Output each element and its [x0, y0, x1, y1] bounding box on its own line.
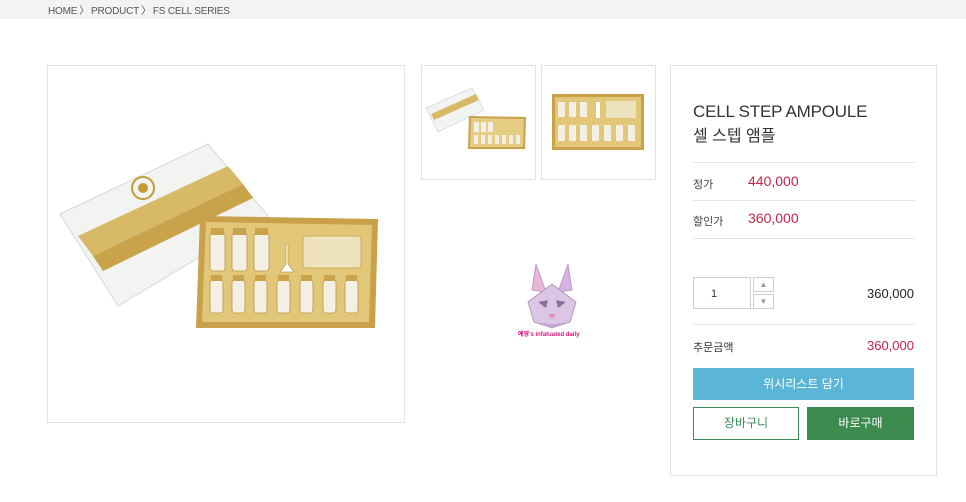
- quantity-down-button[interactable]: ▼: [753, 294, 774, 309]
- breadcrumb-separator: 〉: [79, 6, 90, 17]
- main-product-image[interactable]: [47, 65, 405, 423]
- breadcrumb-home[interactable]: HOME: [48, 6, 77, 17]
- breadcrumb-product[interactable]: PRODUCT: [91, 6, 139, 17]
- product-title-en: CELL STEP AMPOULE: [693, 102, 868, 121]
- add-to-cart-button[interactable]: 장바구니: [693, 407, 799, 440]
- line-total-price: 360,000: [867, 286, 914, 301]
- watermark-mascot: 예영's infatuated daily: [516, 262, 588, 342]
- quantity-input[interactable]: 1: [693, 277, 751, 309]
- list-price-label: 정가: [693, 179, 714, 191]
- sale-price-label: 할인가: [693, 216, 724, 228]
- product-title-ko: 셀 스텝 앰플: [693, 128, 776, 145]
- divider: [693, 162, 915, 163]
- order-total-label: 추문금액: [693, 342, 734, 354]
- breadcrumb-bar: HOME 〉 PRODUCT 〉 FS CELL SERIES: [0, 0, 966, 19]
- thumbnail-2[interactable]: [541, 65, 656, 180]
- list-price: 440,000: [748, 173, 799, 189]
- quantity-up-button[interactable]: ▲: [753, 277, 774, 292]
- breadcrumb: HOME 〉 PRODUCT 〉 FS CELL SERIES: [48, 2, 232, 17]
- breadcrumb-category[interactable]: FS CELL SERIES: [153, 6, 230, 17]
- divider: [693, 324, 915, 325]
- sale-price: 360,000: [748, 210, 799, 226]
- product-box-illustration: [59, 143, 378, 328]
- order-total-price: 360,000: [867, 338, 914, 353]
- divider: [693, 238, 915, 239]
- watermark-text: 예영's infatuated daily: [518, 332, 580, 338]
- thumbnail-box-open: [425, 87, 526, 149]
- breadcrumb-separator: 〉: [141, 6, 151, 17]
- divider: [693, 200, 915, 201]
- thumbnail-tray: [552, 94, 644, 150]
- wishlist-button[interactable]: 위시리스트 담기: [693, 368, 914, 400]
- thumbnail-1[interactable]: [421, 65, 536, 180]
- product-info-panel: CELL STEP AMPOULE 셀 스텝 앰플 정가 440,000 할인가…: [670, 65, 937, 476]
- buy-now-button[interactable]: 바로구매: [807, 407, 914, 440]
